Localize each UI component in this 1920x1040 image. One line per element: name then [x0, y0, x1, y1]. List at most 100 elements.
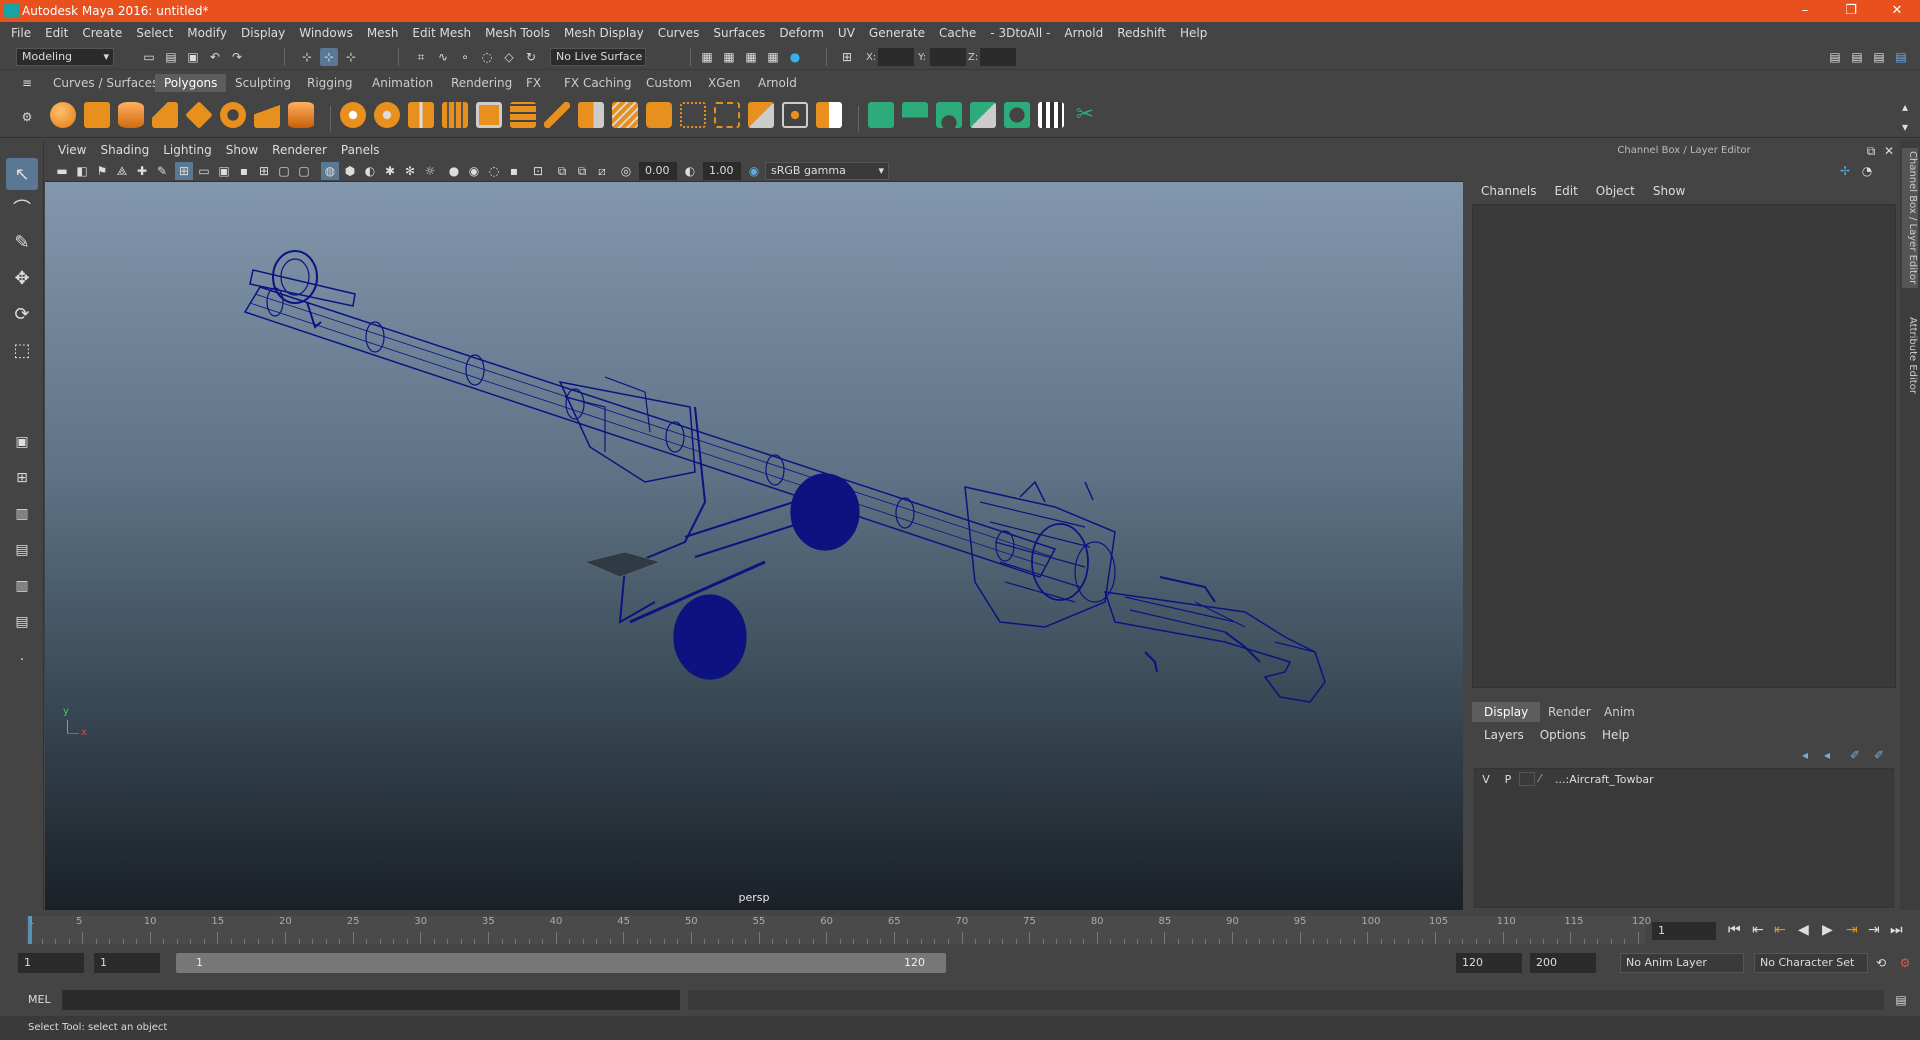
isolate-select-icon[interactable]: ⊡ [529, 162, 547, 180]
bridge-icon[interactable] [612, 102, 638, 128]
smooth-icon[interactable] [442, 102, 468, 128]
bevel-icon[interactable] [646, 102, 672, 128]
poly-cone-icon[interactable] [152, 102, 178, 128]
layout-more-icon[interactable]: · [6, 644, 38, 676]
snap-center-icon[interactable]: ↻ [522, 48, 540, 66]
start-time-input[interactable]: 1 [18, 953, 84, 973]
xray-icon[interactable]: ⧉ [553, 162, 571, 180]
menu-edit-mesh[interactable]: Edit Mesh [405, 26, 478, 40]
select-hierarchy-icon[interactable]: ⊹ [298, 48, 316, 66]
image-plane-icon[interactable]: ⟁ [113, 162, 131, 180]
field-chart-icon[interactable]: ⊞ [255, 162, 273, 180]
menu-3dtoall[interactable]: - 3DtoAll - [983, 26, 1057, 40]
shelf-tab-custom[interactable]: Custom [637, 74, 701, 92]
render-settings-icon[interactable]: ▦ [698, 48, 716, 66]
attribute-editor-toggle-icon[interactable]: ▤ [1848, 48, 1866, 66]
step-back-key-icon[interactable]: ⇤ [1774, 922, 1786, 938]
undo-icon[interactable]: ↶ [206, 48, 224, 66]
shelf-tab-sculpting[interactable]: Sculpting [226, 74, 300, 92]
select-object-icon[interactable]: ⊹ [320, 48, 338, 66]
two-d-pan-zoom-icon[interactable]: ✚ [133, 162, 151, 180]
new-empty-layer-icon[interactable]: ✐ [1846, 746, 1864, 764]
cb-menu-edit[interactable]: Edit [1546, 184, 1587, 198]
modeling-toolkit-icon[interactable]: ▤ [1826, 48, 1844, 66]
depth-of-field-icon[interactable]: ▪ [505, 162, 523, 180]
end-time-input[interactable]: 200 [1530, 953, 1596, 973]
shelf-scroll-down-icon[interactable]: ▾ [1896, 118, 1914, 136]
open-scene-icon[interactable]: ▤ [162, 48, 180, 66]
new-scene-icon[interactable]: ▭ [140, 48, 158, 66]
layer-playback-toggle[interactable]: P [1497, 773, 1519, 786]
gamma-icon[interactable]: ◐ [681, 162, 699, 180]
panel-menu-shading[interactable]: Shading [93, 143, 156, 157]
close-panel-icon[interactable]: ✕ [1880, 142, 1898, 160]
uv-cylindrical-icon[interactable] [902, 102, 928, 128]
scale-tool-icon[interactable]: ⬚ [6, 334, 38, 366]
command-input[interactable] [62, 990, 680, 1010]
shelf-tab-rigging[interactable]: Rigging [298, 74, 361, 92]
menu-select[interactable]: Select [129, 26, 180, 40]
time-icon[interactable]: ◔ [1858, 162, 1876, 180]
persp-render-layout-icon[interactable]: ▤ [6, 606, 38, 638]
menu-display[interactable]: Display [234, 26, 292, 40]
shelf-tab-arnold[interactable]: Arnold [749, 74, 806, 92]
ipr-render-icon[interactable]: ▦ [742, 48, 760, 66]
script-editor-icon[interactable]: ▤ [1892, 991, 1910, 1009]
snap-curve-icon[interactable]: ∿ [434, 48, 452, 66]
xray-components-icon[interactable]: ⧄ [593, 162, 611, 180]
panel-menu-show[interactable]: Show [219, 143, 265, 157]
panel-menu-panels[interactable]: Panels [334, 143, 387, 157]
menu-create[interactable]: Create [75, 26, 129, 40]
motion-blur-icon[interactable]: ◉ [465, 162, 483, 180]
menu-edit[interactable]: Edit [38, 26, 75, 40]
redo-icon[interactable]: ↷ [228, 48, 246, 66]
cb-menu-object[interactable]: Object [1587, 184, 1644, 198]
gate-mask-icon[interactable]: ▪ [235, 162, 253, 180]
character-set-dropdown[interactable]: No Character Set [1754, 953, 1868, 973]
go-to-start-icon[interactable]: ⏮ [1728, 922, 1741, 938]
snap-view-icon[interactable]: ◌ [478, 48, 496, 66]
y-coord-input[interactable] [930, 48, 966, 66]
layer-tab-display[interactable]: Display [1472, 702, 1541, 722]
uv-automatic-icon[interactable] [970, 102, 996, 128]
menu-file[interactable]: File [4, 26, 38, 40]
save-scene-icon[interactable]: ▣ [184, 48, 202, 66]
single-perspective-layout-icon[interactable]: ▣ [6, 426, 38, 458]
smooth-shade-icon[interactable]: ⬢ [341, 162, 359, 180]
layer-row[interactable]: V P ⁄ ...:Aircraft_Towbar [1475, 769, 1893, 789]
grid-icon[interactable]: ⊞ [175, 162, 193, 180]
step-forward-key-icon[interactable]: ⇥ [1846, 922, 1858, 938]
move-layer-down-icon[interactable]: ◂ [1818, 746, 1836, 764]
poly-pipe-icon[interactable] [288, 102, 314, 128]
menu-surfaces[interactable]: Surfaces [706, 26, 772, 40]
hypershade-icon[interactable]: ● [786, 48, 804, 66]
x-coord-input[interactable] [878, 48, 914, 66]
maximize-button[interactable]: ❐ [1828, 0, 1874, 22]
layer-menu-help[interactable]: Help [1594, 728, 1637, 742]
exposure-icon[interactable]: ◎ [617, 162, 635, 180]
anim-layer-dropdown[interactable]: No Anim Layer [1620, 953, 1744, 973]
shadows-icon[interactable]: ☼ [421, 162, 439, 180]
poly-torus-icon[interactable] [220, 102, 246, 128]
safe-action-icon[interactable]: ▢ [275, 162, 293, 180]
move-tool-icon[interactable]: ✥ [6, 262, 38, 294]
paint-select-tool-icon[interactable]: ✎ [6, 226, 38, 258]
shelf-settings-icon[interactable]: ⚙ [18, 108, 36, 126]
use-all-lights-icon[interactable]: ✻ [401, 162, 419, 180]
move-layer-up-icon[interactable]: ◂ [1796, 746, 1814, 764]
view-transform-dropdown[interactable]: sRGB gamma ▾ [765, 162, 889, 180]
minimize-button[interactable]: – [1782, 0, 1828, 22]
snap-surface-icon[interactable]: ◇ [500, 48, 518, 66]
anti-aliasing-icon[interactable]: ◌ [485, 162, 503, 180]
separate-icon[interactable] [374, 102, 400, 128]
merge-icon[interactable] [748, 102, 774, 128]
extrude-icon[interactable] [578, 102, 604, 128]
menu-cache[interactable]: Cache [932, 26, 983, 40]
menu-redshift[interactable]: Redshift [1110, 26, 1173, 40]
snap-point-icon[interactable]: ∘ [456, 48, 474, 66]
menu-arnold[interactable]: Arnold [1057, 26, 1110, 40]
collapse-icon[interactable] [816, 102, 842, 128]
perspective-viewport[interactable]: y x persp [45, 182, 1463, 910]
film-gate-icon[interactable]: ▭ [195, 162, 213, 180]
uv-unfold-icon[interactable] [1004, 102, 1030, 128]
